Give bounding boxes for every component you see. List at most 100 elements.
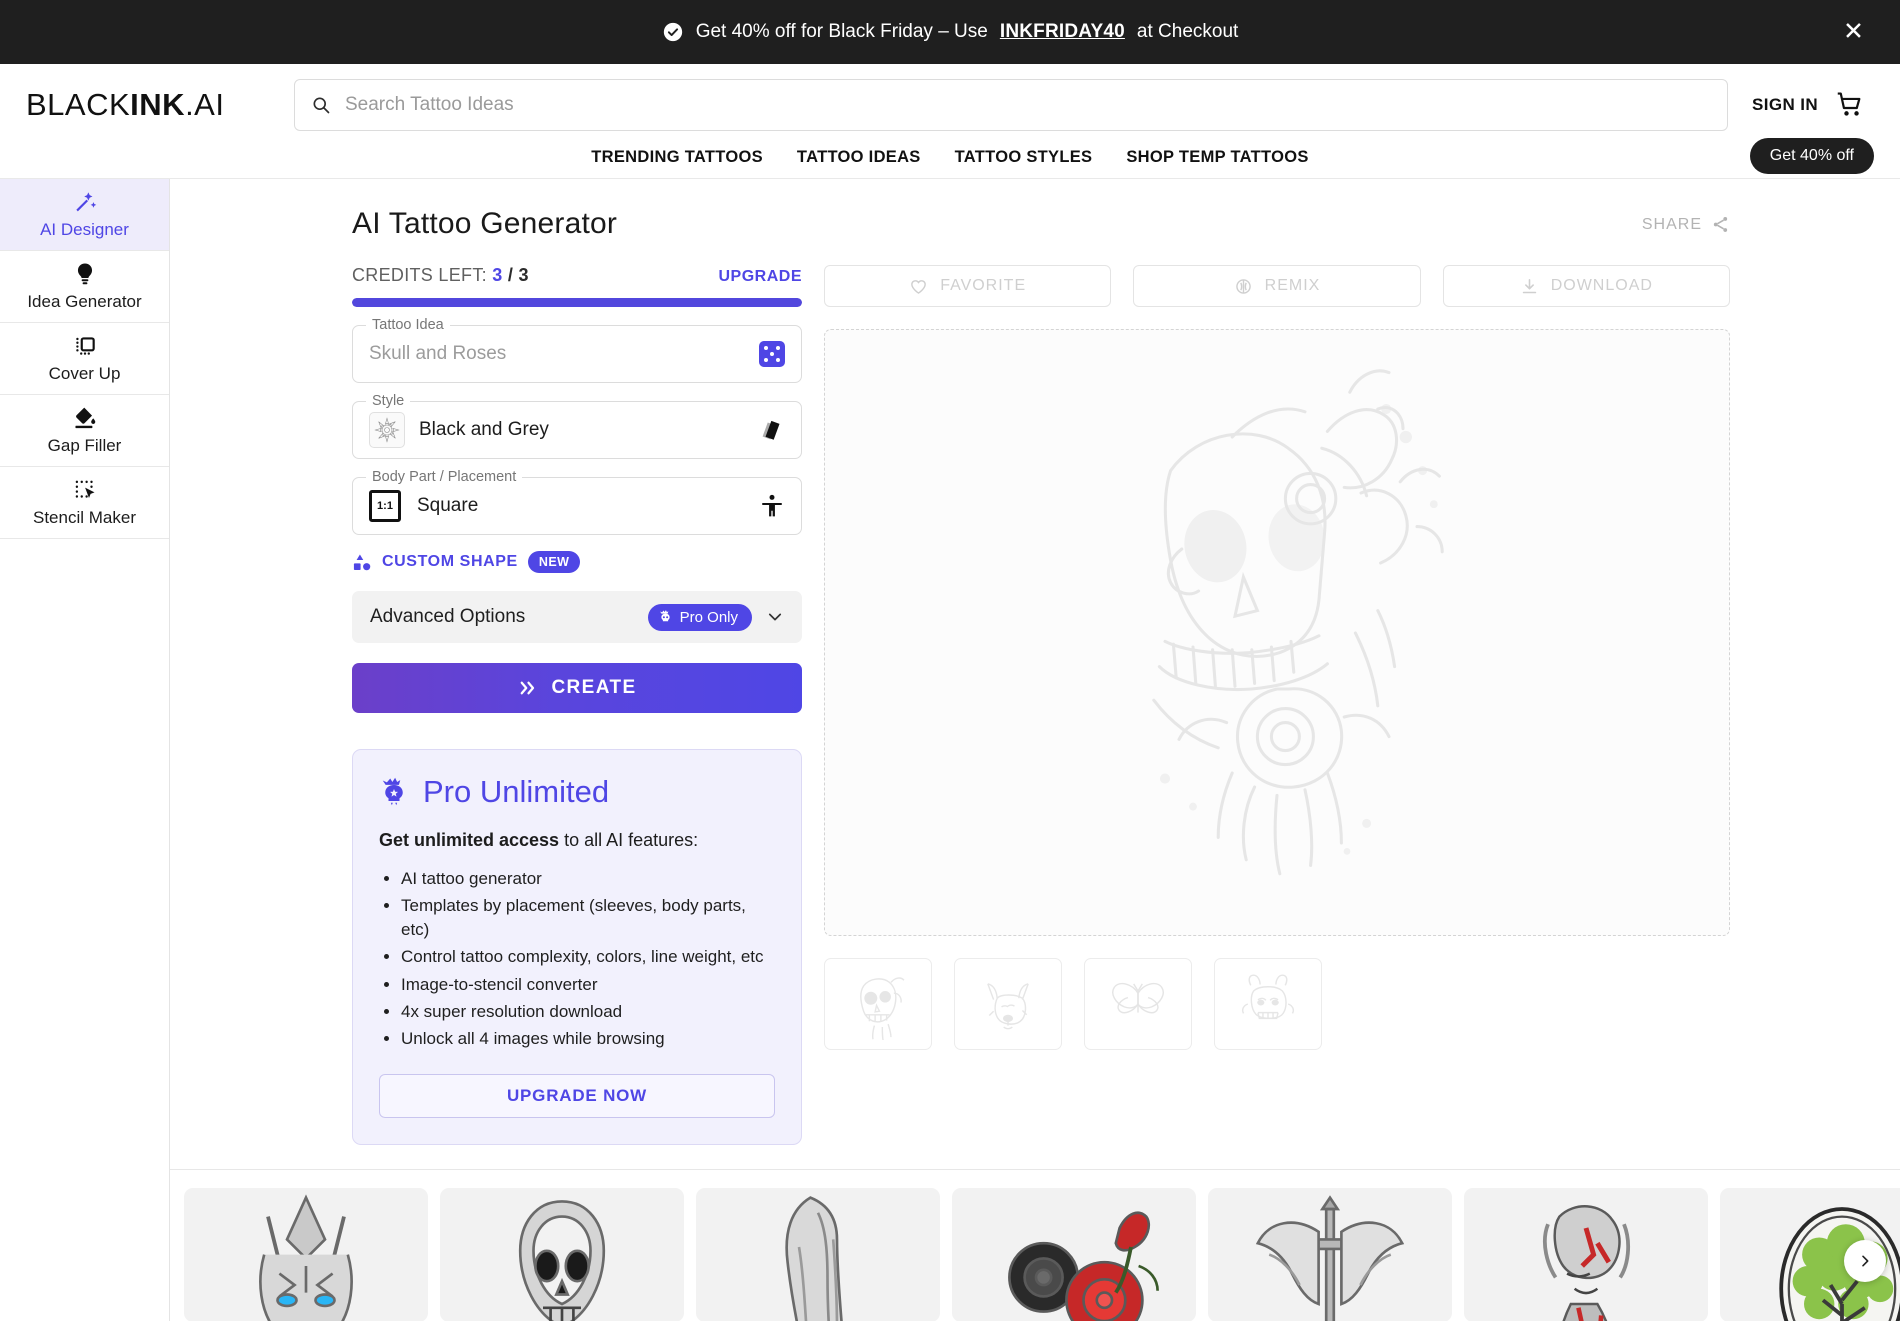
magic-wand-icon	[75, 192, 96, 212]
style-value: Black and Grey	[419, 419, 549, 440]
advanced-options-label: Advanced Options	[370, 606, 526, 627]
heart-icon	[911, 279, 927, 294]
thumbnail-oni-mask[interactable]	[1214, 958, 1322, 1050]
nav-item-styles[interactable]: TATTOO STYLES	[955, 148, 1093, 167]
list-item: AI tattoo generator	[401, 867, 775, 891]
upgrade-now-button[interactable]: UPGRADE NOW	[379, 1073, 775, 1118]
gallery-item[interactable]	[1464, 1188, 1708, 1321]
create-button[interactable]: CREATE	[352, 663, 802, 713]
custom-shape-button[interactable]: CUSTOM SHAPE NEW	[352, 551, 802, 573]
sidebar-item-label: Cover Up	[48, 364, 121, 383]
sidebar-item-idea-generator[interactable]: Idea Generator	[0, 251, 169, 323]
thumbnail-wolf[interactable]	[954, 958, 1062, 1050]
palette-swatch-icon[interactable]	[757, 416, 785, 444]
paint-bucket-icon	[74, 407, 95, 429]
hooded-reaper-skull-tattoo	[518, 1200, 606, 1321]
preview-panel: FAVORITE REMIX DOWNLOAD	[824, 265, 1730, 1050]
sidebar-item-label: AI Designer	[40, 220, 129, 239]
list-item: Image-to-stencil converter	[401, 973, 775, 997]
pro-only-label: Pro Only	[679, 608, 738, 626]
main-nav: TRENDING TATTOOS TATTOO IDEAS TATTOO STY…	[0, 136, 1900, 178]
placement-field[interactable]: Body Part / Placement 1:1 Square	[352, 469, 802, 535]
body-figure-icon[interactable]	[759, 492, 785, 520]
style-legend: Style	[366, 393, 411, 409]
share-button[interactable]: SHARE	[1642, 215, 1730, 234]
credits-used: 3	[492, 265, 503, 285]
share-label: SHARE	[1641, 215, 1702, 233]
gallery-item[interactable]	[1208, 1188, 1452, 1321]
pro-card-subtitle-bold: Get unlimited access	[379, 830, 560, 850]
butterfly-icon	[1112, 982, 1164, 1014]
thumbnail-butterfly[interactable]	[1084, 958, 1192, 1050]
search-bar[interactable]	[294, 79, 1728, 131]
sign-in-link[interactable]: SIGN IN	[1752, 95, 1818, 115]
skull-icon	[860, 977, 905, 1040]
thumbnail-skull[interactable]	[824, 958, 932, 1050]
skull-and-roses-tattoo-preview	[1152, 368, 1444, 875]
pro-card-title: Pro Unlimited	[423, 774, 610, 809]
favorite-button[interactable]: FAVORITE	[824, 265, 1112, 307]
stencil-select-icon	[75, 480, 95, 499]
search-icon	[313, 97, 330, 114]
credits-separator: /	[507, 265, 514, 285]
winged-cross-sword-tattoo	[1255, 1195, 1405, 1321]
sidebar-item-ai-designer[interactable]: AI Designer	[0, 179, 169, 251]
logo-part1: BLACK	[26, 87, 131, 122]
chevron-down-icon[interactable]	[766, 608, 784, 626]
sidebar-item-gap-filler[interactable]: Gap Filler	[0, 395, 169, 467]
shopping-cart-icon[interactable]	[1836, 91, 1864, 119]
ornate-wolf-helm-tattoo	[259, 1194, 353, 1321]
credits-progress-track	[352, 298, 802, 307]
share-icon	[1713, 217, 1728, 232]
logo[interactable]: BLACKINK.AI	[26, 87, 294, 123]
lightbulb-icon	[77, 263, 92, 285]
gallery-item[interactable]	[184, 1188, 428, 1321]
style-thumbnail-icon	[369, 412, 405, 448]
promo-text-after: at Checkout	[1136, 21, 1239, 42]
download-button[interactable]: DOWNLOAD	[1442, 265, 1730, 307]
draped-cloth-tattoo	[785, 1196, 843, 1321]
pro-unlimited-card: Pro Unlimited Get unlimited access to al…	[352, 749, 802, 1145]
nav-item-trending[interactable]: TRENDING TATTOOS	[591, 148, 763, 167]
remix-button[interactable]: REMIX	[1133, 265, 1421, 307]
logo-part2: INK	[130, 87, 186, 122]
gallery-item[interactable]	[440, 1188, 684, 1321]
get-discount-button[interactable]: Get 40% off	[1749, 138, 1874, 174]
advanced-options-row[interactable]: Advanced Options Pro Only	[352, 591, 802, 643]
upgrade-link[interactable]: UPGRADE	[718, 268, 802, 286]
dice-icon[interactable]	[759, 341, 785, 367]
aspect-ratio-icon: 1:1	[369, 490, 401, 522]
variation-thumbnails	[824, 958, 1730, 1050]
pro-card-subtitle: Get unlimited access to all AI features:	[379, 830, 775, 851]
nav-item-ideas[interactable]: TATTOO IDEAS	[797, 148, 921, 167]
chevron-right-icon	[1862, 1255, 1869, 1267]
page-header-row: AI Tattoo Generator SHARE	[352, 207, 1730, 241]
logo-part3: .AI	[185, 87, 225, 122]
preview-canvas[interactable]	[824, 329, 1730, 936]
check-circle-icon	[663, 22, 682, 42]
gallery-next-button[interactable]	[1844, 1240, 1886, 1282]
action-button-row: FAVORITE REMIX DOWNLOAD	[824, 265, 1730, 307]
create-button-label: CREATE	[551, 677, 637, 698]
nav-item-shop[interactable]: SHOP TEMP TATTOOS	[1126, 148, 1308, 167]
sidebar-item-label: Idea Generator	[27, 292, 142, 311]
promo-banner: Get 40% off for Black Friday – Use INKFR…	[0, 0, 1900, 64]
search-input[interactable]	[345, 94, 1711, 116]
body-wrapper: AI Designer Idea Generator Cover Up Gap …	[0, 179, 1900, 1321]
sidebar-item-cover-up[interactable]: Cover Up	[0, 323, 169, 395]
gallery-strip	[170, 1169, 1900, 1321]
tattoo-idea-field[interactable]: Tattoo Idea Skull and Roses	[352, 317, 802, 383]
gallery-item[interactable]	[952, 1188, 1196, 1321]
sidebar-item-label: Gap Filler	[47, 436, 122, 455]
sidebar-item-stencil-maker[interactable]: Stencil Maker	[0, 467, 169, 539]
pro-feature-list: AI tattoo generator Templates by placeme…	[401, 867, 775, 1051]
style-field[interactable]: Style Black and Grey	[352, 393, 802, 459]
gallery-item[interactable]	[696, 1188, 940, 1321]
promo-code[interactable]: INKFRIDAY40	[1000, 21, 1125, 43]
custom-shape-new-badge: NEW	[527, 551, 581, 573]
shapes-icon	[353, 554, 371, 571]
credits-text: CREDITS LEFT:	[352, 265, 487, 285]
close-icon[interactable]: ✕	[1843, 19, 1864, 45]
page-title: AI Tattoo Generator	[352, 207, 618, 240]
promo-text-before: Get 40% off for Black Friday – Use	[695, 21, 988, 42]
